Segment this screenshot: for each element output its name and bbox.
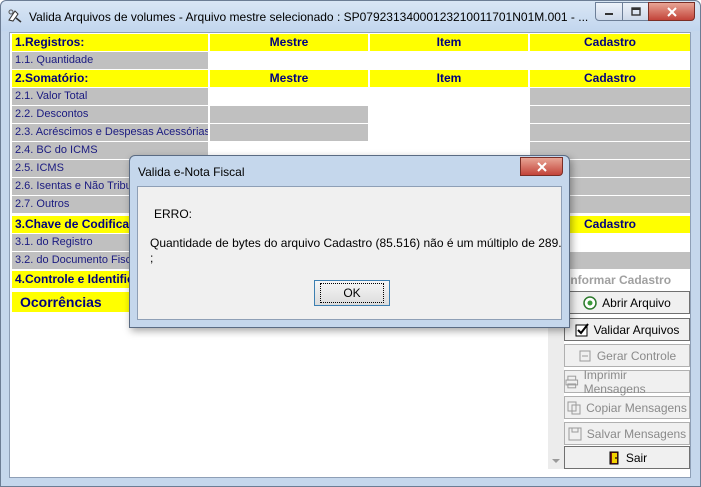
error-heading: ERRO: <box>154 207 193 221</box>
close-button[interactable] <box>648 2 695 21</box>
gerar-controle-label: Gerar Controle <box>596 348 677 363</box>
row-label: 2.3. Acréscimos e Despesas Acessórias <box>12 124 208 141</box>
col-mestre-header: Mestre <box>210 70 368 87</box>
app-icon <box>8 9 22 23</box>
col-cadastro-header: Cadastro <box>530 70 690 87</box>
col-item-header: Item <box>370 34 528 51</box>
ok-label: OK <box>320 283 384 303</box>
close-icon <box>536 161 547 172</box>
error-message: Quantidade de bytes do arquivo Cadastro … <box>150 236 562 250</box>
row-label: 1.1. Quantidade <box>12 52 208 69</box>
generate-icon <box>579 350 591 361</box>
cell-mestre[interactable] <box>210 52 368 69</box>
cell-cadastro <box>530 88 690 105</box>
imprimir-mensagens-button[interactable]: Imprimir Mensagens <box>564 367 690 396</box>
abrir-arquivo-button[interactable]: Abrir Arquivo <box>564 291 690 314</box>
checkmark-icon <box>575 322 589 336</box>
row-valor-total: 2.1. Valor Total <box>12 88 690 105</box>
salvar-mensagens-button[interactable]: Salvar Mensagens <box>564 422 690 445</box>
imprimir-mensagens-label: Imprimir Mensagens <box>583 367 646 396</box>
printer-icon <box>565 375 579 388</box>
error-message-tail: ; <box>150 251 154 265</box>
sair-label: Sair <box>625 450 648 465</box>
section-label: 2.Somatório: <box>12 70 208 87</box>
ocorrencias-scrollbar[interactable] <box>548 314 564 469</box>
sair-button[interactable]: Sair <box>564 446 690 469</box>
cell-mestre <box>210 106 368 123</box>
ok-button[interactable]: OK <box>314 280 390 306</box>
copy-icon <box>567 401 581 414</box>
cell-cadastro[interactable] <box>530 52 690 69</box>
cell-item[interactable] <box>370 88 528 105</box>
open-file-icon <box>583 295 597 310</box>
dialog-title: Valida e-Nota Fiscal <box>138 165 245 179</box>
row-acrescimos: 2.3. Acréscimos e Despesas Acessórias <box>12 124 690 141</box>
abrir-arquivo-label: Abrir Arquivo <box>602 295 671 310</box>
gerar-controle-button[interactable]: Gerar Controle <box>564 344 690 367</box>
col-cadastro-header: Cadastro <box>530 34 690 51</box>
cell-item[interactable] <box>370 124 528 141</box>
cell-mestre <box>210 124 368 141</box>
section-somatorio-header: 2.Somatório: Mestre Item Cadastro <box>12 70 690 87</box>
validar-arquivos-label: Validar Arquivos <box>593 322 680 337</box>
minimize-button[interactable] <box>595 2 623 21</box>
close-icon <box>666 6 677 17</box>
cell-item[interactable] <box>370 106 528 123</box>
col-item-header: Item <box>370 70 528 87</box>
salvar-mensagens-label: Salvar Mensagens <box>586 426 687 441</box>
row-label: 2.2. Descontos <box>12 106 208 123</box>
dialog-body: ERRO: Quantidade de bytes do arquivo Cad… <box>137 186 562 320</box>
error-dialog: Valida e-Nota Fiscal ERRO: Quantidade de… <box>129 155 570 328</box>
title-bar[interactable]: Valida Arquivos de volumes - Arquivo mes… <box>1 1 700 31</box>
copiar-mensagens-label: Copiar Mensagens <box>586 400 687 415</box>
copiar-mensagens-button[interactable]: Copiar Mensagens <box>564 396 690 419</box>
save-icon <box>568 427 582 440</box>
row-label: 2.1. Valor Total <box>12 88 208 105</box>
maximize-button[interactable] <box>622 2 649 21</box>
row-quantidade: 1.1. Quantidade <box>12 52 690 69</box>
validar-arquivos-button[interactable]: Validar Arquivos <box>564 318 690 341</box>
minimize-icon <box>605 12 613 15</box>
window-title: Valida Arquivos de volumes - Arquivo mes… <box>29 10 589 24</box>
section-registros-header: 1.Registros: Mestre Item Cadastro <box>12 34 690 51</box>
dialog-close-button[interactable] <box>520 157 563 176</box>
section-label: 1.Registros: <box>12 34 208 51</box>
cell-mestre[interactable] <box>210 88 368 105</box>
scroll-down-icon[interactable] <box>552 459 560 463</box>
informar-cadastro-label: Informar Cadastro <box>567 273 672 287</box>
row-descontos: 2.2. Descontos <box>12 106 690 123</box>
cell-item[interactable] <box>370 52 528 69</box>
exit-door-icon <box>609 451 619 464</box>
col-mestre-header: Mestre <box>210 34 368 51</box>
cell-cadastro <box>530 106 690 123</box>
cell-cadastro <box>530 124 690 141</box>
maximize-icon <box>630 7 641 16</box>
